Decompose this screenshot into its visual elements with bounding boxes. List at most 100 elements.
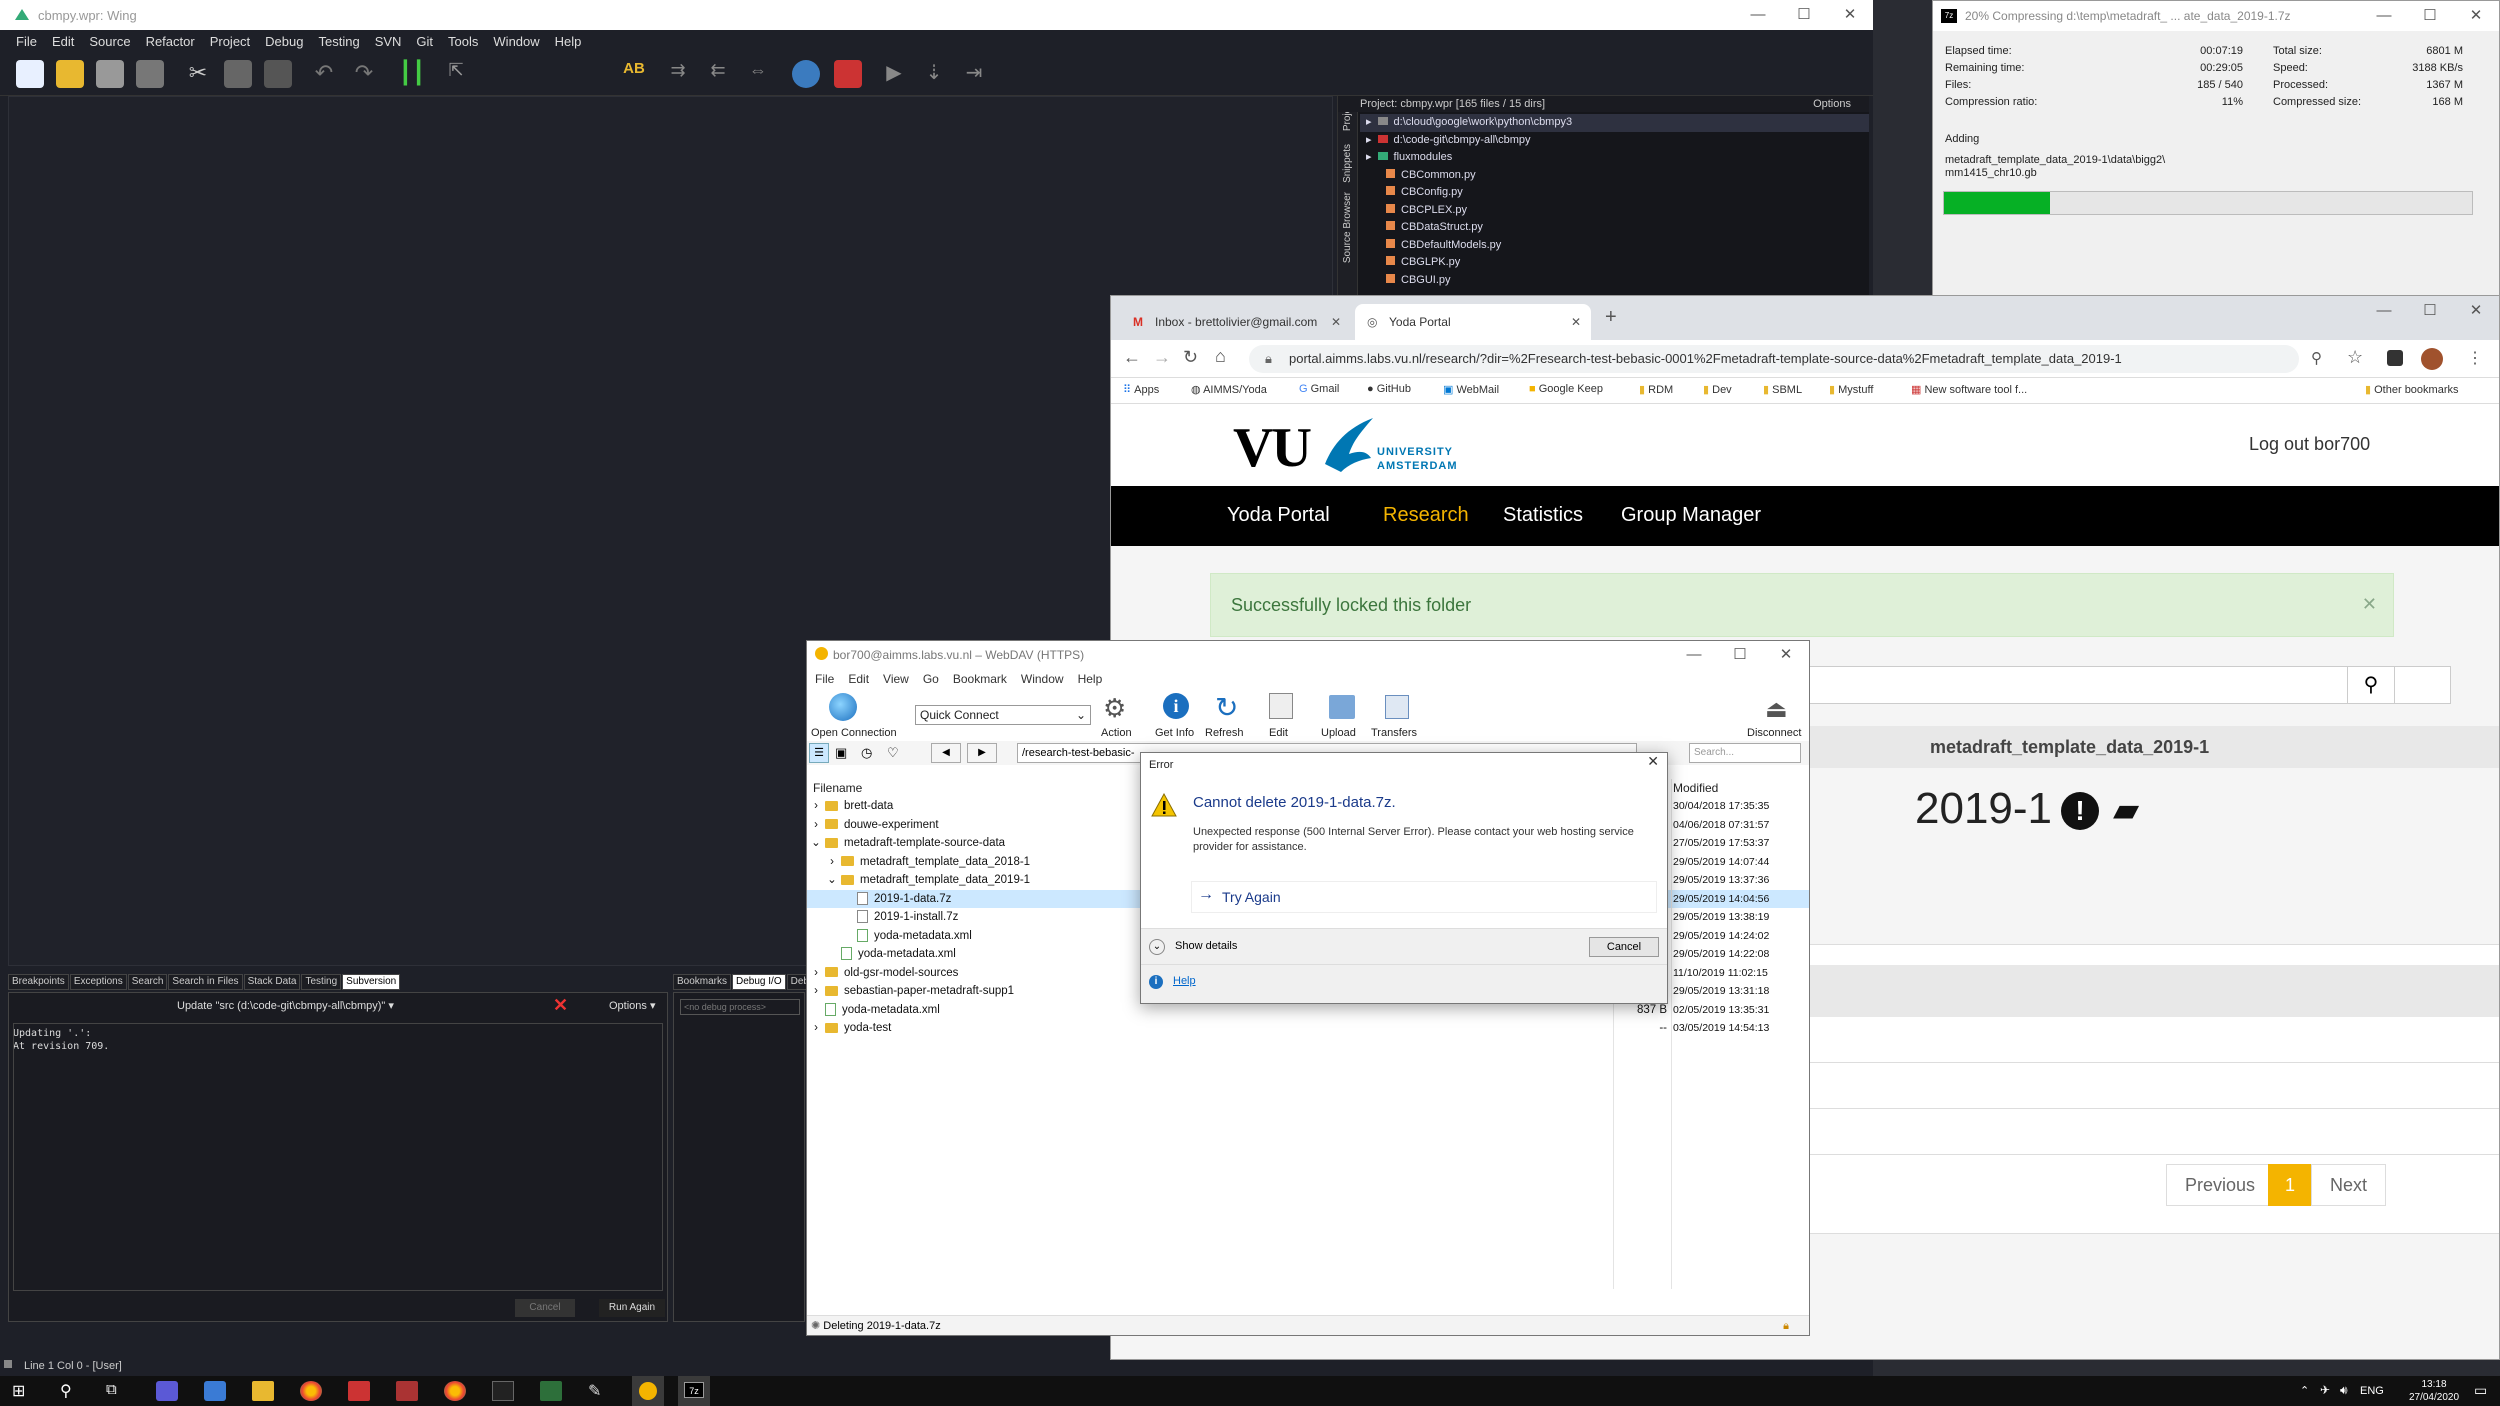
outdent-icon[interactable]: ⇇ (704, 60, 732, 88)
error-close-button[interactable]: ✕ (1647, 753, 1659, 770)
tray-volume-icon[interactable]: 🔊︎ (2340, 1383, 2348, 1398)
close-button[interactable]: ✕ (1827, 0, 1873, 30)
project-item[interactable]: CBCPLEX.py (1360, 202, 1869, 220)
wing-ide-icon[interactable] (540, 1381, 562, 1401)
minimize-button[interactable]: — (1735, 0, 1781, 30)
new-tab-button[interactable]: + (1605, 306, 1617, 329)
indent-icon[interactable]: ⇉ (664, 60, 692, 88)
menu-edit[interactable]: Edit (52, 34, 74, 49)
minimize-button[interactable]: — (2361, 1, 2407, 31)
close-tab-icon[interactable]: ✕ (1571, 304, 1581, 340)
menu-help[interactable]: Help (555, 34, 582, 49)
tab-gmail[interactable]: M Inbox - brettolivier@gmail.com ✕ (1121, 304, 1351, 340)
tab-stack-data[interactable]: Stack Data (243, 974, 301, 990)
menu-source[interactable]: Source (89, 34, 130, 49)
chevron-down-icon[interactable]: ⌄ (1149, 939, 1165, 955)
browser-view-icon[interactable]: ☰ (809, 743, 829, 763)
project-item[interactable]: ▸ d:\cloud\google\work\python\cbmpy3 (1360, 114, 1869, 132)
profile-avatar[interactable] (2421, 348, 2443, 370)
bookmark-item[interactable]: ■ Google Keep (1529, 383, 1603, 395)
svn-options-button[interactable]: Options ▾ (609, 999, 656, 1012)
tray-time[interactable]: 13:18 (2414, 1379, 2454, 1390)
forward-icon[interactable]: → (1153, 347, 1171, 368)
open-folder-icon[interactable] (56, 60, 84, 88)
search-button[interactable]: ⚲ (2347, 666, 2395, 704)
new-file-icon[interactable] (16, 60, 44, 88)
menu-refactor[interactable]: Refactor (146, 34, 195, 49)
spell-check-icon[interactable]: AB (620, 60, 648, 88)
menu-testing[interactable]: Testing (318, 34, 359, 49)
forward-button[interactable]: ▶ (967, 743, 997, 763)
menu-window[interactable]: Window (1021, 672, 1064, 686)
bookmark-item[interactable]: G Gmail (1299, 383, 1339, 395)
apps-bookmark[interactable]: ⠿ Apps (1123, 383, 1159, 396)
taskbar-app-icon[interactable] (348, 1381, 370, 1401)
maximize-button[interactable]: ☐ (1717, 641, 1763, 669)
7zip-taskbar-icon[interactable]: 7z (678, 1376, 710, 1406)
save-all-icon[interactable] (136, 60, 164, 88)
clear-icon[interactable]: ✕ (553, 995, 568, 1016)
url-bar[interactable]: 🔒︎ portal.aimms.labs.vu.nl/research/?dir… (1249, 345, 2299, 373)
svn-cancel-button[interactable]: Cancel (515, 1299, 575, 1317)
tab-debug-io[interactable]: Debug I/O (732, 974, 786, 990)
close-tab-icon[interactable]: ✕ (1331, 304, 1341, 340)
search-tool-icon[interactable]: ⇱ (442, 60, 470, 88)
tray-date[interactable]: 27/04/2020 (2396, 1392, 2472, 1403)
maximize-button[interactable]: ☐ (2407, 296, 2453, 326)
edit-button[interactable]: Edit (1259, 691, 1303, 741)
menu-edit[interactable]: Edit (848, 672, 869, 686)
bookmark-item[interactable]: ▮ RDM (1639, 383, 1673, 396)
cyberduck-taskbar-icon[interactable] (632, 1376, 664, 1406)
debug-process-select[interactable]: <no debug process> (680, 999, 800, 1015)
back-button[interactable]: ◀ (931, 743, 961, 763)
file-explorer-icon[interactable] (252, 1381, 274, 1401)
help-link[interactable]: Help (1173, 975, 1196, 987)
redo-icon[interactable]: ↷ (350, 60, 378, 88)
tray-language[interactable]: ENG (2360, 1385, 2384, 1397)
step-out-icon[interactable]: ⇥ (960, 60, 988, 88)
get-info-button[interactable]: i Get Info (1153, 691, 1199, 741)
menu-view[interactable]: View (883, 672, 909, 686)
run-icon[interactable]: ▶ (880, 60, 908, 88)
close-button[interactable]: ✕ (2453, 296, 2499, 326)
notification-icon[interactable]: ▭ (2474, 1382, 2487, 1399)
bookmark-item[interactable]: ▦ New software tool f... (1911, 383, 2027, 396)
bookmark-item[interactable]: ▮ Mystuff (1829, 383, 1873, 396)
bonjour-icon[interactable]: ♡ (887, 745, 899, 761)
more-menu-icon[interactable]: ⋮ (2467, 348, 2483, 368)
project-item[interactable]: CBCommon.py (1360, 167, 1869, 185)
close-button[interactable]: ✕ (1763, 641, 1809, 669)
step-into-icon[interactable]: ⇣ (920, 60, 948, 88)
copy-icon[interactable] (224, 60, 252, 88)
terminal-icon[interactable] (492, 1381, 514, 1401)
table-row[interactable] (1772, 1063, 2499, 1109)
try-again-button[interactable]: → Try Again (1191, 881, 1657, 913)
reindent-icon[interactable]: ⇔ (744, 60, 772, 88)
tab-yoda-portal[interactable]: ◎ Yoda Portal ✕ (1355, 304, 1591, 340)
taskbar-app-icon[interactable] (396, 1381, 418, 1401)
menu-go[interactable]: Go (923, 672, 939, 686)
menu-project[interactable]: Project (210, 34, 250, 49)
nav-statistics[interactable]: Statistics (1503, 504, 1583, 527)
refresh-button[interactable]: ↻ Refresh (1205, 691, 1251, 741)
extension-icon[interactable] (2387, 350, 2403, 366)
project-item[interactable]: CBGUI.py (1360, 272, 1869, 290)
menu-git[interactable]: Git (416, 34, 433, 49)
back-icon[interactable]: ← (1123, 347, 1141, 368)
menu-svn[interactable]: SVN (375, 34, 402, 49)
col-modified-header[interactable]: Modified (1673, 781, 1718, 795)
stop-icon[interactable] (834, 60, 862, 88)
run-again-button[interactable]: Run Again (599, 1299, 665, 1317)
bookmark-item[interactable]: ▮ SBML (1763, 383, 1802, 396)
table-row[interactable] (1772, 1109, 2499, 1155)
cut-icon[interactable]: ✂ (184, 60, 212, 88)
col-filename-header[interactable]: Filename (813, 781, 862, 795)
bookmark-item[interactable]: ▣ WebMail (1443, 383, 1499, 396)
logout-link[interactable]: Log out bor700 (2249, 434, 2370, 455)
chrome-icon[interactable] (444, 1381, 466, 1401)
history-icon[interactable]: ◷ (861, 745, 872, 761)
alert-close-icon[interactable]: ✕ (2362, 594, 2377, 615)
project-item[interactable]: CBGLPK.py (1360, 254, 1869, 272)
menu-file[interactable]: File (815, 672, 834, 686)
tab-search-in-files[interactable]: Search in Files (168, 974, 243, 990)
